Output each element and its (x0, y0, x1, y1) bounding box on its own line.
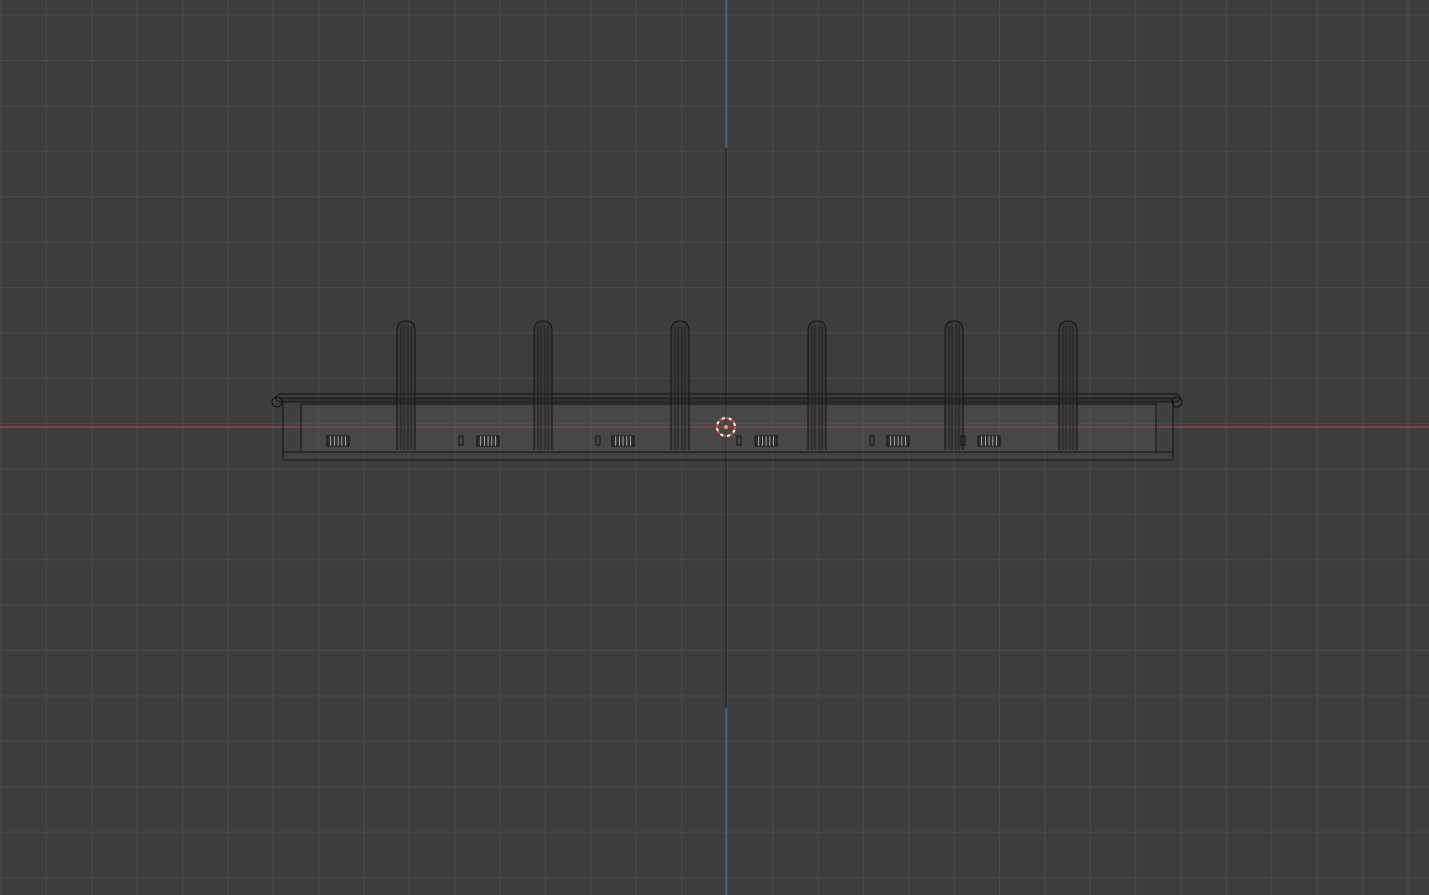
peg-5[interactable] (944, 320, 964, 450)
3d-viewport[interactable] (0, 0, 1429, 895)
peg-6[interactable] (1058, 320, 1078, 450)
viewport-canvas[interactable] (0, 0, 1429, 895)
peg-2[interactable] (533, 320, 553, 450)
tray-inner-body (300, 403, 1157, 453)
peg-1[interactable] (396, 320, 416, 450)
peg-3[interactable] (670, 320, 690, 450)
slot-group-1 (326, 435, 350, 447)
origin-point-icon (724, 425, 728, 429)
peg-4[interactable] (807, 320, 827, 450)
